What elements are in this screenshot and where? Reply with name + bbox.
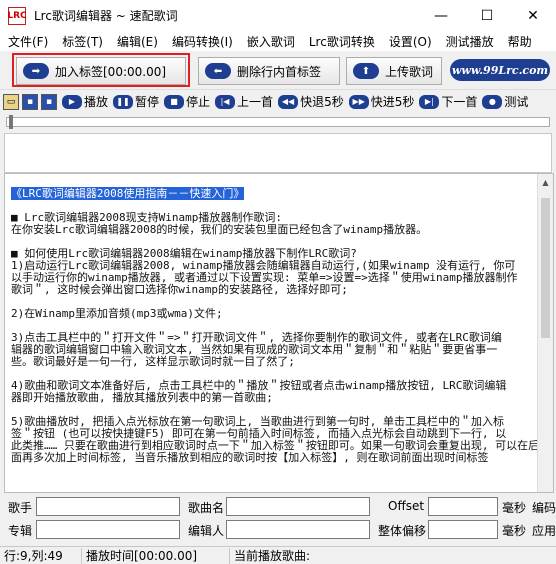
menu-embed-lyrics[interactable]: 嵌入歌词 xyxy=(239,33,301,50)
apply-button[interactable]: 应用 xyxy=(532,522,556,539)
menu-settings[interactable]: 设置(O) xyxy=(381,33,438,50)
scroll-thumb[interactable] xyxy=(541,198,550,338)
main-toolbar: ➡ 加入标签[00:00.00] ⬅ 删除行内首标签 ⬆ 上传歌词 www.99… xyxy=(0,51,556,89)
menu-bar: 文件(F) 标签(T) 编辑(E) 编码转换(I) 嵌入歌词 Lrc歌词转换 设… xyxy=(0,31,556,51)
slider-thumb[interactable] xyxy=(9,115,13,129)
open-folder-icon[interactable]: ▭ xyxy=(3,93,19,110)
menu-edit[interactable]: 编辑(E) xyxy=(109,33,164,50)
test-icon: ● xyxy=(482,94,503,109)
guide-title: 《LRC歌词编辑器2008使用指南－－快速入门》 xyxy=(11,187,245,200)
encoding-label[interactable]: 编码 xyxy=(532,499,556,516)
add-tag-label: 加入标签[00:00.00] xyxy=(55,64,167,79)
editor-line: 歌词＂, 这时候会弹出窗口选择你winamp的安装路径, 选择好即可; xyxy=(11,283,348,296)
maximize-button[interactable]: ☐ xyxy=(464,0,510,31)
title-bar: LRC Lrc歌词编辑器 ~ 速配歌词 — ☐ ✕ xyxy=(0,0,556,31)
song-info-fields: 歌手 歌曲名 Offset 毫秒 编码 专辑 编辑人 整体偏移 毫秒 应用 xyxy=(0,495,556,543)
forward-icon: ▶▶ xyxy=(348,94,369,109)
rewind-label: 快退5秒 xyxy=(300,95,344,109)
cursor-position: 行:9,列:49 xyxy=(0,547,82,564)
prev-icon: |◀ xyxy=(215,94,236,109)
stop-label: 停止 xyxy=(186,95,211,109)
editor-scrollbar[interactable]: ▲ xyxy=(537,174,553,492)
play-time: 播放时间[00:00.00] xyxy=(82,547,230,564)
upload-lyrics-button[interactable]: ⬆ 上传歌词 xyxy=(346,57,442,85)
singer-label: 歌手 xyxy=(8,501,33,515)
prev-button[interactable]: |◀ 上一首 xyxy=(215,93,273,110)
minimize-button[interactable]: — xyxy=(418,0,464,31)
stop-icon: ■ xyxy=(164,94,185,109)
arrow-up-icon: ⬆ xyxy=(353,63,379,79)
window-controls: — ☐ ✕ xyxy=(418,0,556,31)
next-icon: ▶| xyxy=(419,94,440,109)
pause-button[interactable]: ❚❚ 暂停 xyxy=(113,93,159,110)
editor-line: 面再多次加上时间标签, 当音乐播放到相应的歌词时按【加入标签】, 则在歌词前面出… xyxy=(11,451,489,464)
prev-label: 上一首 xyxy=(237,95,274,109)
global-offset-input[interactable] xyxy=(428,520,498,539)
editor-text[interactable]: 《LRC歌词编辑器2008使用指南－－快速入门》 ■ Lrc歌词编辑器2008现… xyxy=(11,176,541,476)
app-icon: LRC xyxy=(7,6,27,25)
current-song: 当前播放歌曲: xyxy=(234,549,311,563)
arrow-left-icon: ⬅ xyxy=(205,63,231,79)
delete-tag-button[interactable]: ⬅ 删除行内首标签 xyxy=(198,57,340,85)
rewind-button[interactable]: ◀◀ 快退5秒 xyxy=(278,93,344,110)
delete-tag-label: 删除行内首标签 xyxy=(237,64,322,79)
menu-encoding[interactable]: 编码转换(I) xyxy=(164,33,239,50)
close-button[interactable]: ✕ xyxy=(510,0,556,31)
singer-input[interactable] xyxy=(36,497,180,516)
editor-line: 2)在Winamp里添加音频(mp3或wma)文件; xyxy=(11,307,223,320)
offset-input[interactable] xyxy=(428,497,498,516)
test-button[interactable]: ● 测试 xyxy=(482,93,528,110)
song-input[interactable] xyxy=(226,497,370,516)
rewind-icon: ◀◀ xyxy=(278,94,299,109)
save-icon[interactable]: ▪ xyxy=(22,93,38,110)
next-label: 下一首 xyxy=(441,95,478,109)
save-as-icon[interactable]: ▪ xyxy=(41,93,57,110)
editor-line: 在你安装Lrc歌词编辑器2008的时候，我们的安装包里面已经包含了winamp播… xyxy=(11,223,428,236)
lyrics-preview-pane xyxy=(4,133,552,173)
player-toolbar: ▭ ▪ ▪ ▶ 播放 ❚❚ 暂停 ■ 停止 |◀ 上一首 ◀◀ 快退5秒 ▶▶ 快进5秒 ▶… xyxy=(0,89,556,113)
lyrics-editor[interactable]: 《LRC歌词编辑器2008使用指南－－快速入门》 ■ Lrc歌词编辑器2008现… xyxy=(4,173,554,493)
pause-label: 暂停 xyxy=(135,95,160,109)
offset-ms-label: 毫秒 xyxy=(502,501,527,515)
forward-label: 快进5秒 xyxy=(370,95,415,109)
status-bar: 行:9,列:49 播放时间[00:00.00] 当前播放歌曲: xyxy=(0,546,556,564)
play-icon: ▶ xyxy=(62,94,82,109)
global-offset-label: 整体偏移 xyxy=(378,524,427,538)
test-label: 测试 xyxy=(504,95,529,109)
song-label: 歌曲名 xyxy=(188,501,225,515)
menu-file[interactable]: 文件(F) xyxy=(0,33,54,50)
play-button[interactable]: ▶ 播放 xyxy=(62,93,108,110)
editor-name-input[interactable] xyxy=(226,520,370,539)
editor-name-label: 编辑人 xyxy=(188,524,225,538)
add-tag-button[interactable]: ➡ 加入标签[00:00.00] xyxy=(16,57,186,85)
album-label: 专辑 xyxy=(8,524,33,538)
editor-line: 器即开始播放歌曲, 播放其播放列表中的第一首歌曲; xyxy=(11,391,273,404)
offset-label: Offset xyxy=(388,499,425,513)
website-logo[interactable]: www.99Lrc.com xyxy=(450,59,550,81)
scroll-up-icon[interactable]: ▲ xyxy=(538,174,553,190)
play-label: 播放 xyxy=(84,95,109,109)
album-input[interactable] xyxy=(36,520,180,539)
menu-tag[interactable]: 标签(T) xyxy=(54,33,109,50)
menu-help[interactable]: 帮助 xyxy=(500,33,538,50)
upload-lyrics-label: 上传歌词 xyxy=(385,64,434,79)
arrow-right-icon: ➡ xyxy=(23,63,49,79)
menu-test-play[interactable]: 测试播放 xyxy=(438,33,500,50)
stop-button[interactable]: ■ 停止 xyxy=(164,93,210,110)
forward-button[interactable]: ▶▶ 快进5秒 xyxy=(348,93,415,110)
editor-line: 些。歌词最好是一句一行, 这样显示歌词时就一目了然了; xyxy=(11,355,295,368)
slider-track[interactable] xyxy=(6,117,550,127)
global-offset-ms-label: 毫秒 xyxy=(502,524,527,538)
window-title: Lrc歌词编辑器 ~ 速配歌词 xyxy=(34,9,178,23)
menu-lrc-convert[interactable]: Lrc歌词转换 xyxy=(301,33,381,50)
next-button[interactable]: ▶| 下一首 xyxy=(419,93,477,110)
progress-slider[interactable] xyxy=(0,113,556,131)
pause-icon: ❚❚ xyxy=(113,94,134,109)
